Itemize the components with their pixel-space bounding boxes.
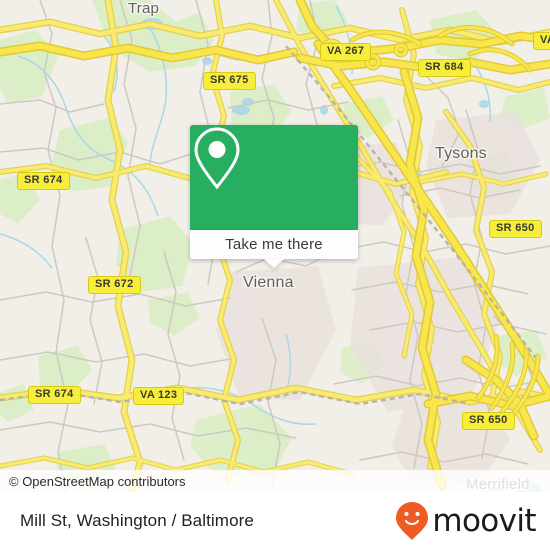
take-me-there-button[interactable]: Take me there (190, 230, 358, 268)
moovit-logo[interactable]: moovit (395, 492, 537, 550)
callout-pointer-tail (264, 259, 284, 268)
road-shield-sr-672[interactable]: SR 672 (88, 276, 141, 294)
footer-location-text: Mill St, Washington / Baltimore (20, 511, 254, 530)
take-me-there-label: Take me there (225, 236, 323, 253)
map-screenshot: Trap Tysons Vienna Merrifield SR 675 VA … (0, 0, 550, 550)
road-shield-sr-674-north[interactable]: SR 674 (17, 172, 70, 190)
moovit-wordmark: moovit (432, 502, 536, 539)
map-attribution: © OpenStreetMap contributors (0, 470, 550, 492)
footer-bar: Mill St, Washington / Baltimore moovit (0, 492, 550, 550)
map-place-label-vienna: Vienna (243, 274, 294, 291)
map-canvas[interactable]: Trap Tysons Vienna Merrifield SR 675 VA … (0, 0, 550, 492)
road-shield-sr-684[interactable]: SR 684 (418, 59, 471, 77)
map-pin-icon (194, 127, 240, 190)
road-shield-sr-674-south[interactable]: SR 674 (28, 386, 81, 404)
attribution-text[interactable]: © OpenStreetMap contributors (0, 474, 186, 489)
callout-body (190, 125, 358, 230)
road-shield-va-267[interactable]: VA 267 (320, 43, 372, 61)
location-callout-card[interactable]: Take me there (190, 125, 358, 268)
road-shield-sr-650-south[interactable]: SR 650 (462, 412, 515, 430)
road-shield-sr-675[interactable]: SR 675 (203, 72, 256, 90)
moovit-pin-smile-icon (396, 502, 429, 540)
map-place-label-tysons: Tysons (435, 145, 487, 162)
road-shield-va[interactable]: VA (533, 32, 550, 50)
map-place-label-trap: Trap (128, 0, 160, 17)
road-shield-sr-650-north[interactable]: SR 650 (489, 220, 542, 238)
road-shield-va-123[interactable]: VA 123 (133, 387, 185, 405)
